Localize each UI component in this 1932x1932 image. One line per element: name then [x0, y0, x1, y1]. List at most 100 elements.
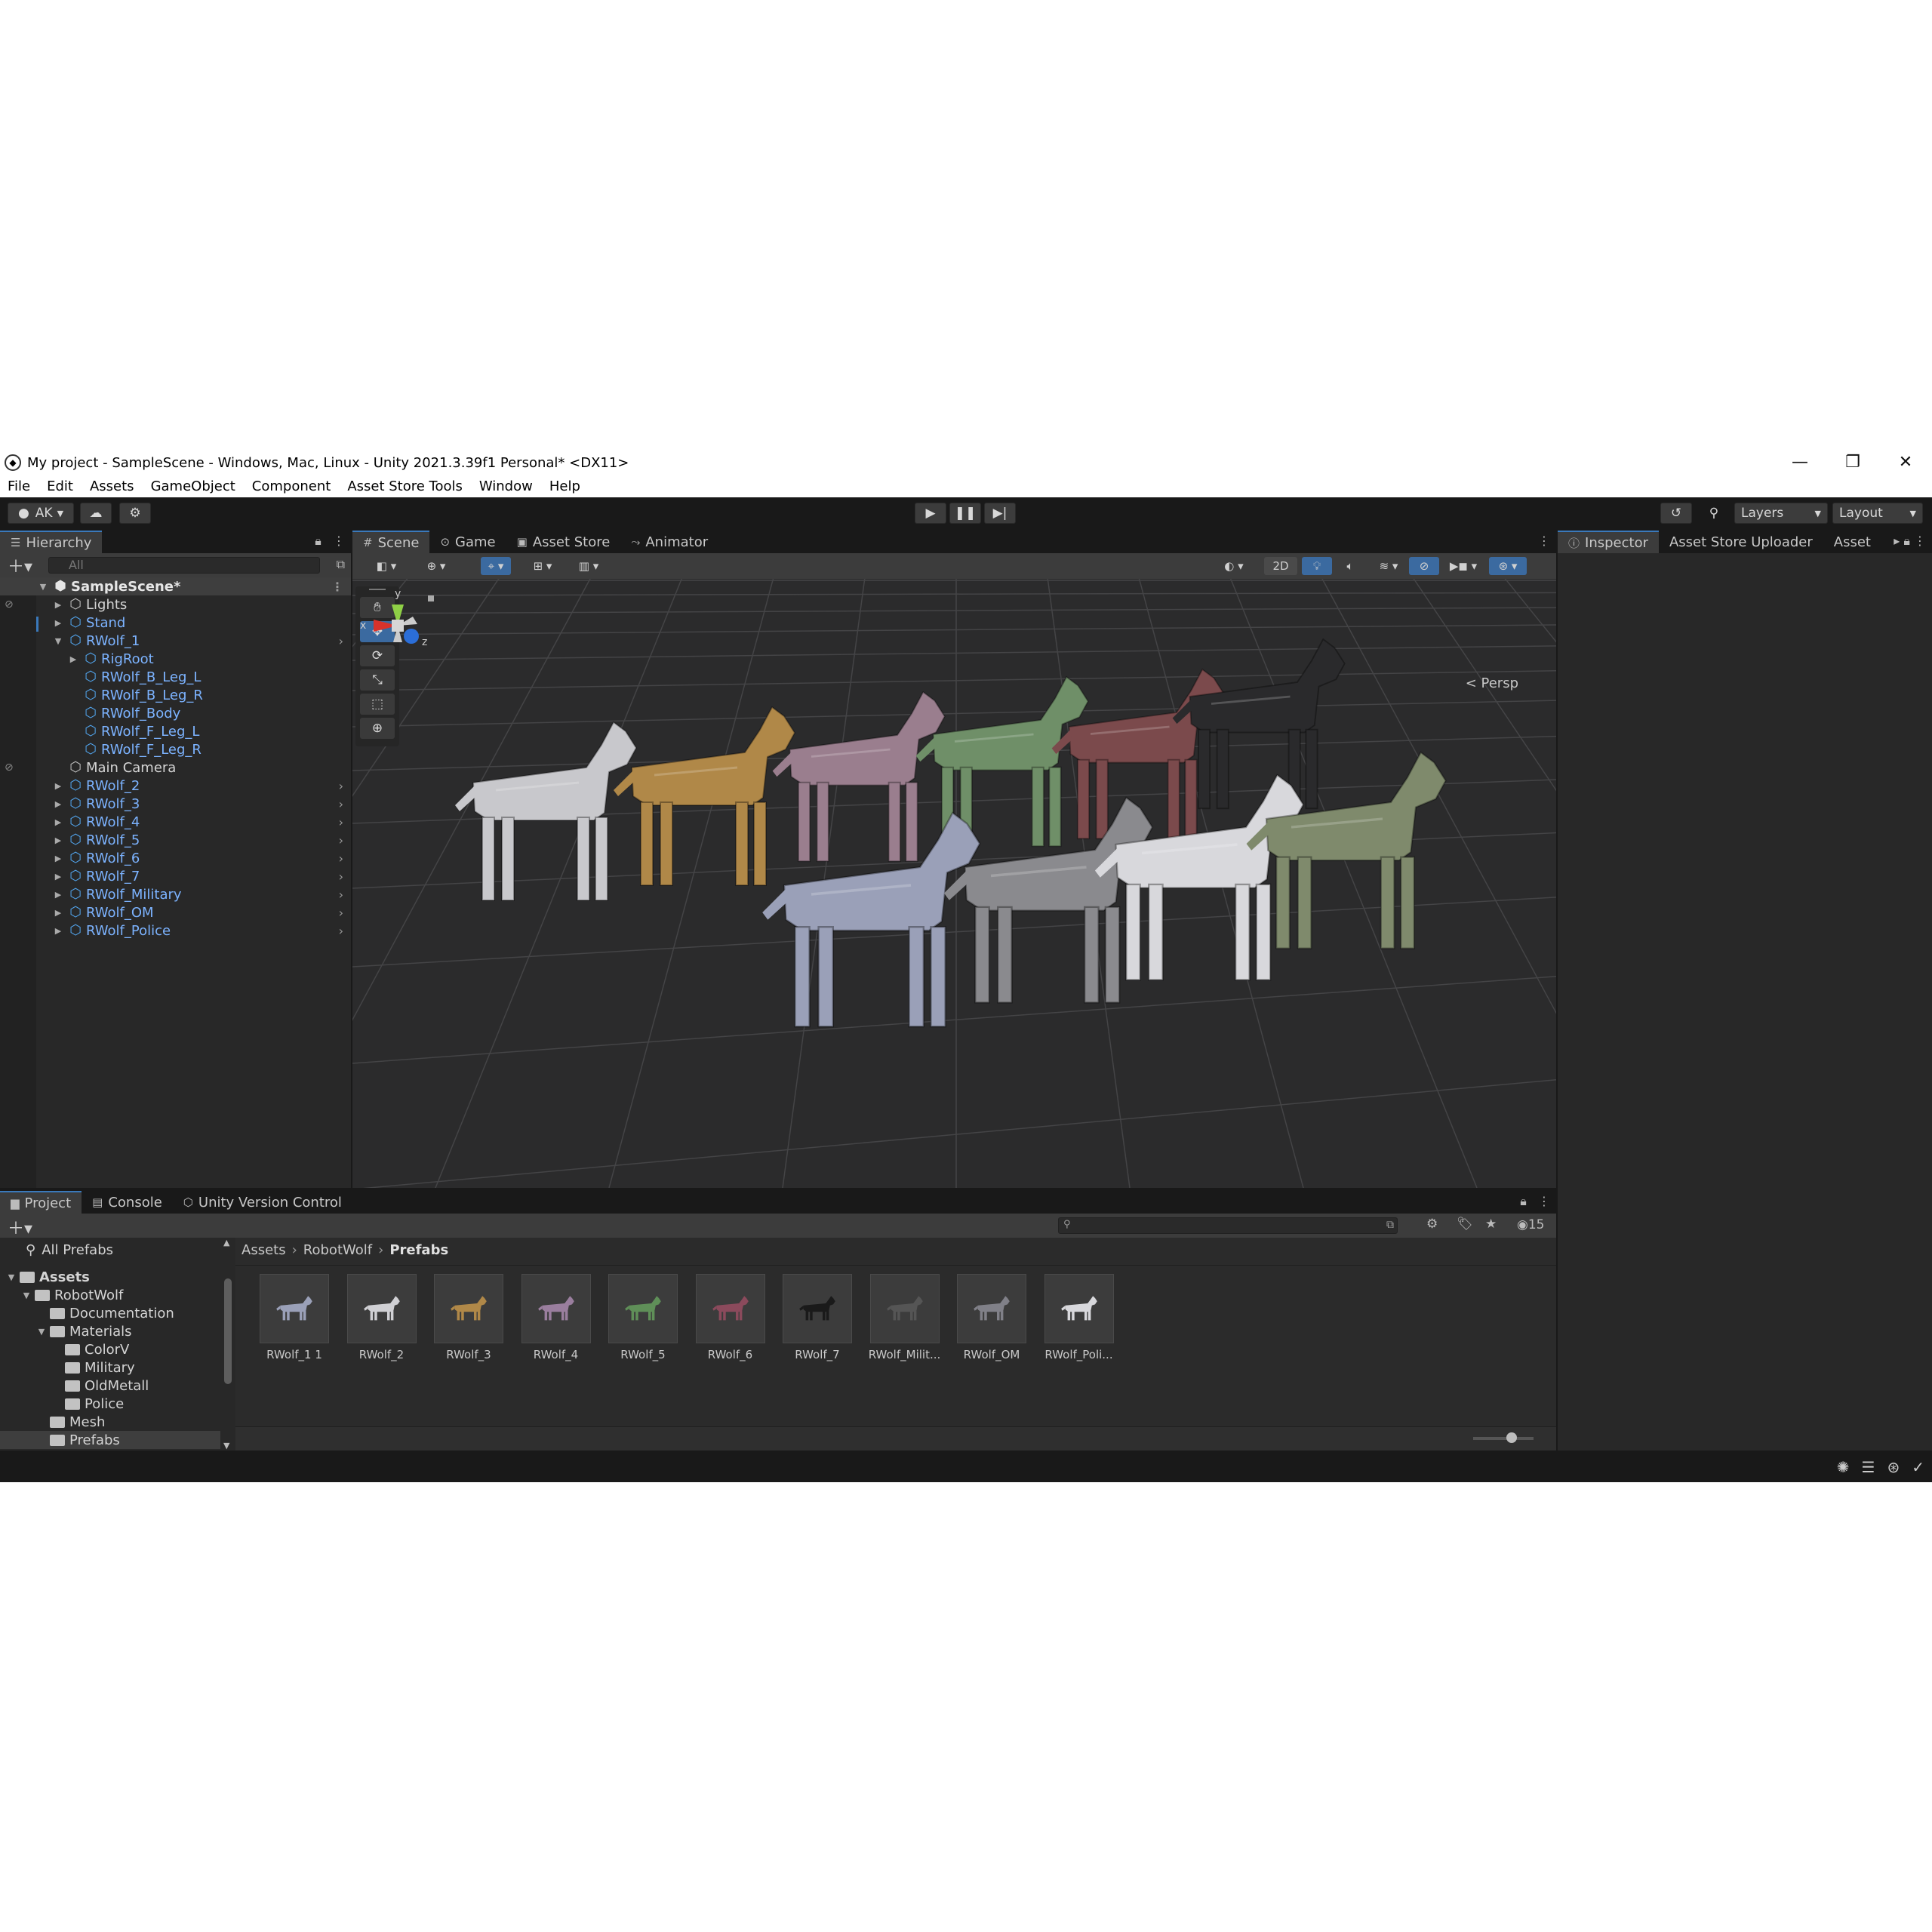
open-prefab-chevron-icon[interactable]: › [339, 797, 343, 811]
audio-toggle[interactable]: 🔈︎ [1335, 557, 1365, 575]
hierarchy-item[interactable]: ▼ ⬡ RWolf_1 › [0, 632, 351, 650]
tree-scrollbar[interactable]: ▲ ▼ [223, 1238, 232, 1451]
hierarchy-item[interactable]: ⬡ RWolf_F_Leg_R [0, 740, 351, 758]
folder-tree-item[interactable]: ▼ Assets [0, 1268, 220, 1286]
thumbnail-size-slider[interactable] [1473, 1432, 1534, 1443]
menu-window[interactable]: Window [479, 478, 533, 494]
hierarchy-item[interactable]: ▶ ⬡ Stand [0, 614, 351, 632]
menu-assets[interactable]: Assets [90, 478, 134, 494]
close-icon[interactable]: ✕ [1879, 451, 1932, 475]
expand-arrow-icon[interactable]: ▼ [36, 1327, 47, 1337]
panel-actions[interactable]: 🔒︎ ⋮ [1520, 1194, 1550, 1209]
shading-mode-dropdown[interactable]: ◐ ▾ [1214, 557, 1254, 575]
search-scene-icon[interactable]: ⧉ [337, 557, 345, 572]
folder-tree-item[interactable]: ▼ RobotWolf [0, 1286, 220, 1304]
open-prefab-chevron-icon[interactable]: › [339, 833, 343, 848]
tab-game[interactable]: ⊙ Game [429, 531, 506, 553]
tab-asset-store[interactable]: ▣ Asset Store [506, 531, 621, 553]
breadcrumb-item[interactable]: Prefabs [389, 1242, 448, 1258]
folder-tree-item[interactable]: OldMetall [0, 1377, 220, 1395]
pivot-toggle[interactable]: ⌖ ▾ [481, 557, 511, 575]
tab-console[interactable]: ▤ Console [82, 1191, 173, 1214]
rect-tool-icon[interactable]: ⬚ [360, 694, 395, 715]
scene-viewport[interactable]: ✋︎ ✥ ⟳ ⤡ ⬚ ⊕ y x z < Persp [352, 579, 1556, 1188]
open-prefab-chevron-icon[interactable]: › [339, 906, 343, 920]
prefab-asset-tile[interactable]: RWolf_2 [338, 1274, 426, 1361]
tab-asset-truncated[interactable]: Asset [1823, 531, 1874, 553]
tab-hierarchy[interactable]: ☰ Hierarchy [0, 531, 103, 553]
create-plus-icon[interactable]: ＋▾ [8, 1215, 32, 1239]
folder-tree-item[interactable]: ColorV [0, 1340, 220, 1358]
breadcrumb-item[interactable]: Assets [242, 1242, 286, 1258]
tab-unity-version-control[interactable]: ⬡ Unity Version Control [173, 1191, 352, 1214]
expand-arrow-icon[interactable]: ▶ [53, 908, 63, 918]
breadcrumb-item[interactable]: RobotWolf [303, 1242, 372, 1258]
gizmos-dropdown[interactable]: ⊛ ▾ [1489, 557, 1527, 575]
more-vertical-icon[interactable]: ⋮ [1538, 534, 1550, 548]
scale-tool-icon[interactable]: ⤡ [360, 669, 395, 691]
tab-animator[interactable]: ⤳ Animator [620, 531, 718, 553]
hierarchy-search-input[interactable]: All [48, 557, 320, 574]
hierarchy-item[interactable]: ⬡ Main Camera [0, 758, 351, 777]
scrollbar-thumb[interactable] [224, 1278, 232, 1384]
increment-snap-toggle[interactable]: ▥ ▾ [571, 557, 606, 575]
hierarchy-item[interactable]: ▶ ⬡ RWolf_6 › [0, 849, 351, 867]
folder-tree-item[interactable]: Prefabs [0, 1431, 220, 1449]
hierarchy-item[interactable]: ▶ ⬡ RigRoot [0, 650, 351, 668]
mode-2d-toggle[interactable]: 2D [1264, 557, 1297, 575]
projection-toggle[interactable]: < Persp [1466, 675, 1518, 691]
hierarchy-item[interactable]: ⬡ RWolf_B_Leg_L [0, 668, 351, 686]
tab-project[interactable]: ▆ Project [0, 1191, 82, 1214]
menu-help[interactable]: Help [549, 478, 580, 494]
slider-knob[interactable] [1506, 1432, 1517, 1443]
folder-tree-item[interactable]: Military [0, 1358, 220, 1377]
folder-tree-item[interactable]: ▼ Materials [0, 1322, 220, 1340]
hierarchy-item[interactable]: ▶ ⬡ RWolf_OM › [0, 903, 351, 921]
cache-server-icon[interactable]: ☰ [1862, 1458, 1875, 1476]
more-vertical-icon[interactable]: ⋮ [1914, 534, 1926, 548]
effects-dropdown[interactable]: ≋ ▾ [1371, 557, 1406, 575]
menu-component[interactable]: Component [252, 478, 331, 494]
cloud-button[interactable]: ☁ [80, 503, 112, 524]
tab-asset-store-uploader[interactable]: Asset Store Uploader [1659, 531, 1823, 553]
prefab-asset-tile[interactable]: RWolf_5 [599, 1274, 687, 1361]
tab-scroll-icon[interactable]: ▸ [1894, 534, 1900, 548]
hierarchy-item[interactable]: ▶ ⬡ RWolf_3 › [0, 795, 351, 813]
hierarchy-item[interactable]: ⬡ RWolf_Body [0, 704, 351, 722]
favorite-star-icon[interactable]: ★ [1485, 1217, 1497, 1232]
expand-arrow-icon[interactable]: ▼ [53, 636, 63, 646]
prefab-asset-tile[interactable]: RWolf_Poli... [1035, 1274, 1123, 1361]
hierarchy-item[interactable]: ▶ ⬡ RWolf_7 › [0, 867, 351, 885]
prefab-asset-tile[interactable]: RWolf_7 [774, 1274, 861, 1361]
folder-tree-item[interactable]: Mesh [0, 1413, 220, 1431]
expand-arrow-icon[interactable]: ▶ [53, 781, 63, 791]
expand-arrow-icon[interactable]: ▶ [53, 872, 63, 881]
hierarchy-item[interactable]: ▶ ⬡ RWolf_4 › [0, 813, 351, 831]
hierarchy-item[interactable]: ▶ ⬡ RWolf_2 › [0, 777, 351, 795]
hierarchy-scene-row[interactable]: ▼ ⬢ SampleScene* ⋮ [0, 577, 351, 595]
saved-search-all-prefabs[interactable]: ⚲ All Prefabs [0, 1241, 220, 1259]
expand-arrow-icon[interactable]: ▼ [6, 1272, 17, 1282]
layers-dropdown[interactable]: Layers ▼ [1734, 503, 1828, 524]
restore-icon[interactable]: ❐ [1826, 451, 1879, 475]
transform-tool-icon[interactable]: ⊕ [360, 718, 395, 739]
open-prefab-chevron-icon[interactable]: › [339, 924, 343, 938]
open-prefab-chevron-icon[interactable]: › [339, 888, 343, 902]
hierarchy-item[interactable]: ▶ ⬡ RWolf_Military › [0, 885, 351, 903]
more-vertical-icon[interactable]: ⋮ [333, 534, 345, 548]
orientation-gizmo[interactable]: y x z [352, 579, 443, 669]
robot-wolf-model[interactable] [943, 796, 1154, 1004]
robot-wolf-model[interactable] [1172, 638, 1346, 810]
folder-tree-item[interactable]: Documentation [0, 1304, 220, 1322]
prefab-asset-tile[interactable]: RWolf_3 [425, 1274, 512, 1361]
pause-button[interactable]: ❚❚ [949, 503, 981, 524]
lock-icon[interactable]: 🔒︎ [315, 534, 321, 548]
services-button[interactable]: ⚙ [119, 503, 151, 524]
prefab-asset-tile[interactable]: RWolf_1 1 [251, 1274, 338, 1361]
filter-by-label-icon[interactable]: 🏷︎ [1457, 1217, 1473, 1232]
expand-arrow-icon[interactable]: ▶ [53, 854, 63, 863]
filter-by-type-icon[interactable]: ⚙ [1426, 1217, 1438, 1232]
robot-wolf-model[interactable] [762, 811, 981, 1028]
hierarchy-item[interactable]: ⬡ RWolf_B_Leg_R [0, 686, 351, 704]
hierarchy-item[interactable]: ⬡ RWolf_F_Leg_L [0, 722, 351, 740]
